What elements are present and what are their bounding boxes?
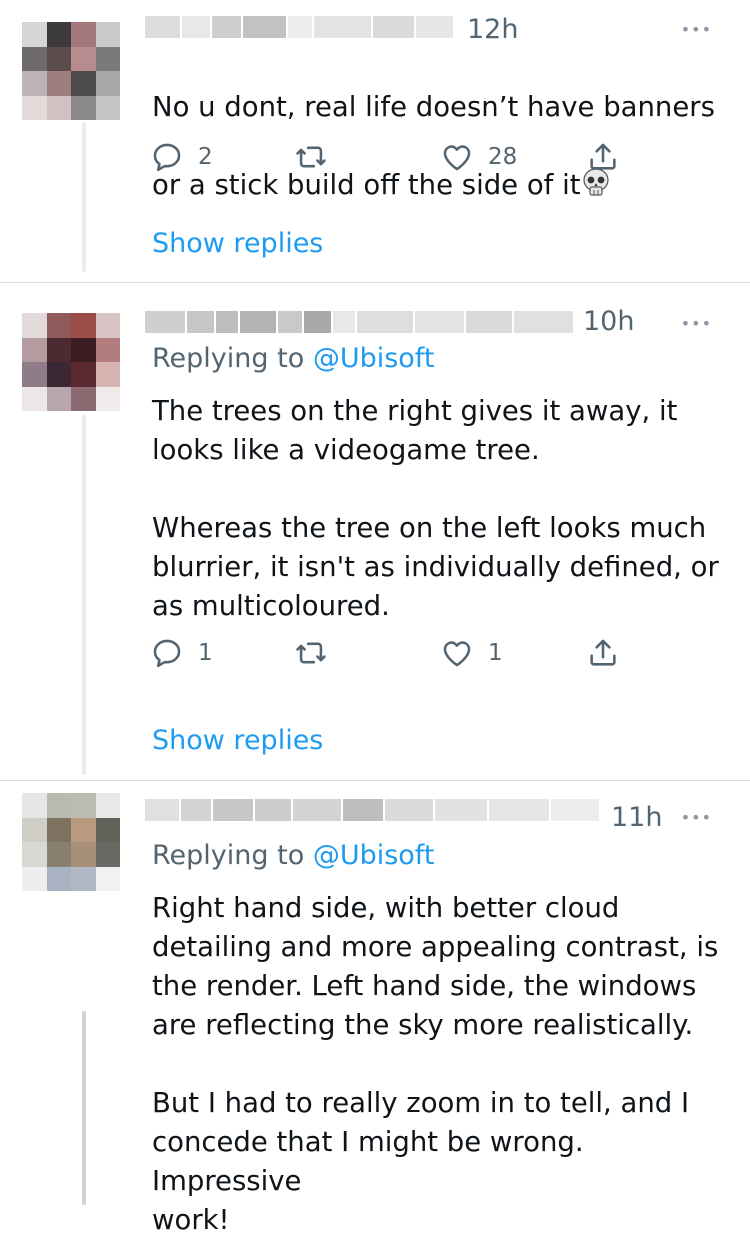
reply-icon — [153, 143, 181, 172]
like-count: 1 — [488, 640, 503, 666]
tweet-actions: 2 28 — [150, 137, 630, 177]
timestamp[interactable]: 11h — [611, 802, 662, 833]
show-replies-link[interactable]: Show replies — [152, 228, 323, 259]
blurred-display-name[interactable] — [145, 12, 455, 42]
retweet-icon — [296, 146, 326, 168]
heart-icon — [443, 641, 471, 667]
blurred-display-name[interactable] — [145, 795, 605, 825]
like-button[interactable]: 1 — [440, 633, 503, 673]
more-options-icon[interactable]: ••• — [681, 808, 712, 827]
share-button[interactable] — [586, 633, 620, 673]
heart-icon — [443, 145, 471, 171]
mention-link[interactable]: @Ubisoft — [313, 343, 435, 374]
avatar[interactable] — [22, 22, 120, 120]
reply-count: 2 — [198, 144, 213, 170]
blurred-display-name[interactable] — [145, 307, 575, 337]
more-options-icon[interactable]: ••• — [681, 314, 712, 333]
tweet-2: 10h ••• Replying to @Ubisoft The trees o… — [0, 283, 750, 780]
show-replies-link[interactable]: Show replies — [152, 725, 323, 756]
tweet-3: 11h ••• Replying to @Ubisoft Right hand … — [0, 781, 750, 1236]
retweet-button[interactable] — [294, 633, 328, 673]
tweet-text: No u dont, real life doesn’t have banner… — [152, 49, 732, 205]
reply-button[interactable]: 2 — [150, 137, 213, 177]
reply-icon — [153, 639, 181, 668]
thread-line — [82, 1011, 86, 1205]
share-button[interactable] — [586, 137, 620, 177]
timestamp[interactable]: 12h — [467, 14, 518, 45]
tweet-text: The trees on the right gives it away, it… — [152, 395, 719, 622]
like-button[interactable]: 28 — [440, 137, 517, 177]
share-icon — [590, 639, 616, 666]
reply-count: 1 — [198, 640, 213, 666]
replying-to: Replying to @Ubisoft — [152, 840, 434, 871]
tweet-1: 12h ••• No u dont, real life doesn’t hav… — [0, 0, 750, 282]
tweet-actions: 1 1 — [150, 633, 630, 673]
avatar[interactable] — [22, 313, 120, 411]
replying-to-prefix: Replying to — [152, 840, 305, 871]
like-count: 28 — [488, 144, 518, 170]
share-icon — [590, 143, 616, 170]
tweet-text-line1: No u dont, real life doesn’t have banner… — [152, 91, 715, 123]
tweet-text: Right hand side, with better cloud detai… — [152, 892, 719, 1236]
thread-line — [82, 415, 86, 775]
more-options-icon[interactable]: ••• — [681, 20, 712, 39]
mention-link[interactable]: @Ubisoft — [313, 840, 435, 871]
replying-to-prefix: Replying to — [152, 343, 305, 374]
reply-button[interactable]: 1 — [150, 633, 213, 673]
thread-line — [82, 122, 86, 272]
retweet-icon — [296, 642, 326, 664]
retweet-button[interactable] — [294, 137, 328, 177]
timestamp[interactable]: 10h — [583, 306, 634, 337]
avatar[interactable] — [22, 793, 120, 891]
replying-to: Replying to @Ubisoft — [152, 343, 434, 374]
